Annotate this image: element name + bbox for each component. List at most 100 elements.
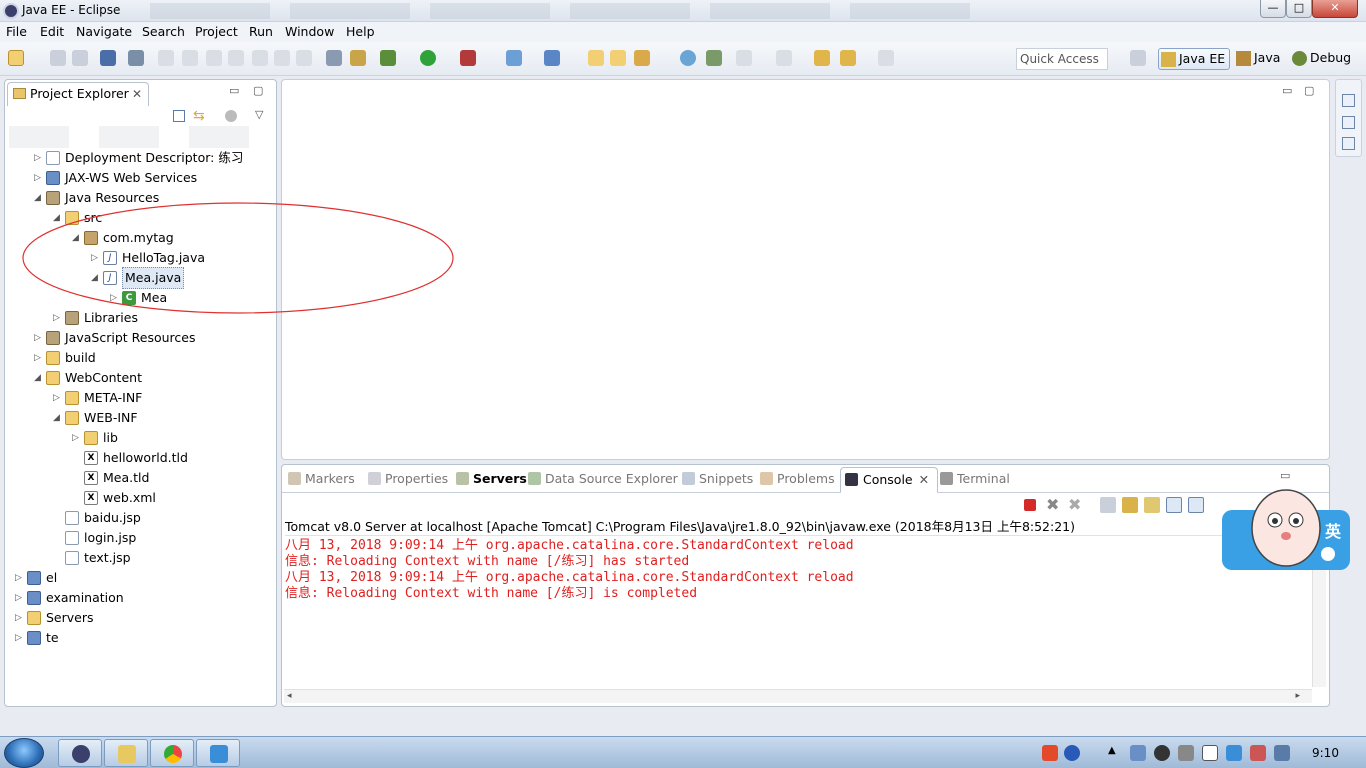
expand-arrow-icon[interactable]: ▷ xyxy=(15,588,25,608)
minimize-view-icon[interactable]: ▭ xyxy=(229,84,239,97)
step-return-icon[interactable] xyxy=(296,50,312,66)
taskbar-app[interactable] xyxy=(196,739,240,767)
tab-problems[interactable]: Problems xyxy=(758,471,835,486)
maximize-view-icon[interactable]: ▢ xyxy=(253,84,263,97)
skip-breakpoints-icon[interactable] xyxy=(128,50,144,66)
expand-arrow-icon[interactable]: ▷ xyxy=(53,308,63,328)
collapse-arrow-icon[interactable]: ◢ xyxy=(34,188,44,208)
maximize-view-icon[interactable]: ▢ xyxy=(1304,84,1314,97)
tab-terminal[interactable]: Terminal xyxy=(938,471,1010,486)
expand-arrow-icon[interactable]: ▷ xyxy=(34,148,44,168)
close-button[interactable]: ✕ xyxy=(1312,0,1358,18)
expand-arrow-icon[interactable]: ▷ xyxy=(34,168,44,188)
menu-window[interactable]: Window xyxy=(285,24,334,39)
remove-all-terminated-icon[interactable]: ✖ xyxy=(1068,497,1084,513)
task-list-icon[interactable] xyxy=(1342,137,1355,150)
show-console-on-stderr-icon[interactable] xyxy=(1188,497,1204,513)
web-browser-icon[interactable] xyxy=(680,50,696,66)
remove-launch-icon[interactable]: ✖ xyxy=(1046,497,1062,513)
menu-navigate[interactable]: Navigate xyxy=(76,24,132,39)
search-icon[interactable] xyxy=(634,50,650,66)
expand-arrow-icon[interactable]: ▷ xyxy=(15,628,25,648)
save-icon[interactable] xyxy=(50,50,66,66)
tray-app-icon[interactable] xyxy=(1226,745,1242,761)
close-icon[interactable]: ✕ xyxy=(132,83,142,105)
save-all-icon[interactable] xyxy=(72,50,88,66)
step-into-icon[interactable] xyxy=(252,50,268,66)
collapse-all-icon[interactable] xyxy=(173,110,185,122)
step-over-icon[interactable] xyxy=(274,50,290,66)
taskbar-chrome[interactable] xyxy=(150,739,194,767)
collapse-arrow-icon[interactable]: ◢ xyxy=(72,228,82,248)
network-icon[interactable] xyxy=(1130,745,1146,761)
tab-console[interactable]: Console ✕ xyxy=(840,467,939,493)
run-icon[interactable] xyxy=(420,50,436,66)
menu-run[interactable]: Run xyxy=(249,24,273,39)
terminal-icon[interactable] xyxy=(100,50,116,66)
external-tools-icon[interactable] xyxy=(460,50,476,66)
collapse-arrow-icon[interactable]: ◢ xyxy=(53,208,63,228)
tab-markers[interactable]: Markers xyxy=(286,471,355,486)
expand-arrow-icon[interactable]: ▷ xyxy=(34,328,44,348)
tab-project-explorer[interactable]: Project Explorer ✕ xyxy=(7,82,149,106)
menu-help[interactable]: Help xyxy=(346,24,375,39)
expand-arrow-icon[interactable]: ▷ xyxy=(34,348,44,368)
new-server-icon[interactable] xyxy=(506,50,522,66)
minimize-view-icon[interactable]: ▭ xyxy=(1282,84,1292,97)
ime-mascot-sticker[interactable]: 英 xyxy=(1220,480,1350,576)
menu-project[interactable]: Project xyxy=(195,24,238,39)
console-output[interactable]: 八月 13, 2018 9:09:14 上午 org.apache.catali… xyxy=(285,535,1310,685)
perspective-debug[interactable]: Debug xyxy=(1290,48,1352,70)
open-perspective-icon[interactable] xyxy=(1130,50,1146,66)
terminate-icon[interactable] xyxy=(1024,499,1036,511)
use-step-filters-icon[interactable] xyxy=(326,50,342,66)
back-icon[interactable] xyxy=(840,50,856,66)
link-with-editor-icon[interactable]: ⇆ xyxy=(193,108,205,124)
expand-arrow-icon[interactable]: ▷ xyxy=(15,568,25,588)
editor-area[interactable]: ▭ ▢ xyxy=(281,79,1330,460)
expand-arrow-icon[interactable]: ▷ xyxy=(91,248,101,268)
debug-icon[interactable] xyxy=(380,50,396,66)
qq-icon[interactable] xyxy=(1154,745,1170,761)
power-icon[interactable] xyxy=(1274,745,1290,761)
expand-arrow-icon[interactable]: ▷ xyxy=(72,428,82,448)
tab-snippets[interactable]: Snippets xyxy=(680,471,753,486)
close-icon[interactable]: ✕ xyxy=(919,472,929,487)
open-type-icon[interactable] xyxy=(588,50,604,66)
collapse-arrow-icon[interactable]: ◢ xyxy=(91,268,101,288)
previous-annotation-icon[interactable] xyxy=(776,50,792,66)
menu-search[interactable]: Search xyxy=(142,24,185,39)
outline-icon[interactable] xyxy=(1342,116,1355,129)
new-icon[interactable] xyxy=(8,50,24,66)
terminate-icon[interactable] xyxy=(206,50,222,66)
tab-properties[interactable]: Properties xyxy=(366,471,448,486)
toggle-mark-occurrences-icon[interactable] xyxy=(706,50,722,66)
horizontal-scrollbar[interactable]: ◂ ▸ xyxy=(284,689,1312,703)
maximize-button[interactable]: □ xyxy=(1286,0,1312,18)
menu-edit[interactable]: Edit xyxy=(40,24,64,39)
filters-icon[interactable] xyxy=(225,110,237,122)
start-button[interactable] xyxy=(4,738,44,768)
disconnect-icon[interactable] xyxy=(228,50,244,66)
next-annotation-icon[interactable] xyxy=(736,50,752,66)
quick-access-input[interactable]: Quick Access xyxy=(1016,48,1108,70)
perspective-java[interactable]: Java xyxy=(1234,48,1282,70)
scroll-lock-icon[interactable] xyxy=(1122,497,1138,513)
expand-arrow-icon[interactable]: ▷ xyxy=(53,388,63,408)
word-wrap-icon[interactable] xyxy=(1144,497,1160,513)
taskbar-explorer[interactable] xyxy=(104,739,148,767)
restore-icon[interactable] xyxy=(1342,94,1355,107)
forward-icon[interactable] xyxy=(878,50,894,66)
tray-app-icon[interactable] xyxy=(1178,745,1194,761)
minimize-button[interactable]: — xyxy=(1260,0,1286,18)
clock[interactable]: 9:10 xyxy=(1312,746,1339,760)
sogou-ime-icon[interactable] xyxy=(1042,745,1058,761)
open-task-icon[interactable] xyxy=(610,50,626,66)
collapse-arrow-icon[interactable]: ◢ xyxy=(34,368,44,388)
view-menu-icon[interactable]: ▽ xyxy=(255,108,263,121)
tab-data-source-explorer[interactable]: Data Source Explorer xyxy=(526,471,678,486)
build-icon[interactable] xyxy=(350,50,366,66)
menu-file[interactable]: File xyxy=(6,24,27,39)
last-edit-location-icon[interactable] xyxy=(814,50,830,66)
collapse-arrow-icon[interactable]: ◢ xyxy=(53,408,63,428)
